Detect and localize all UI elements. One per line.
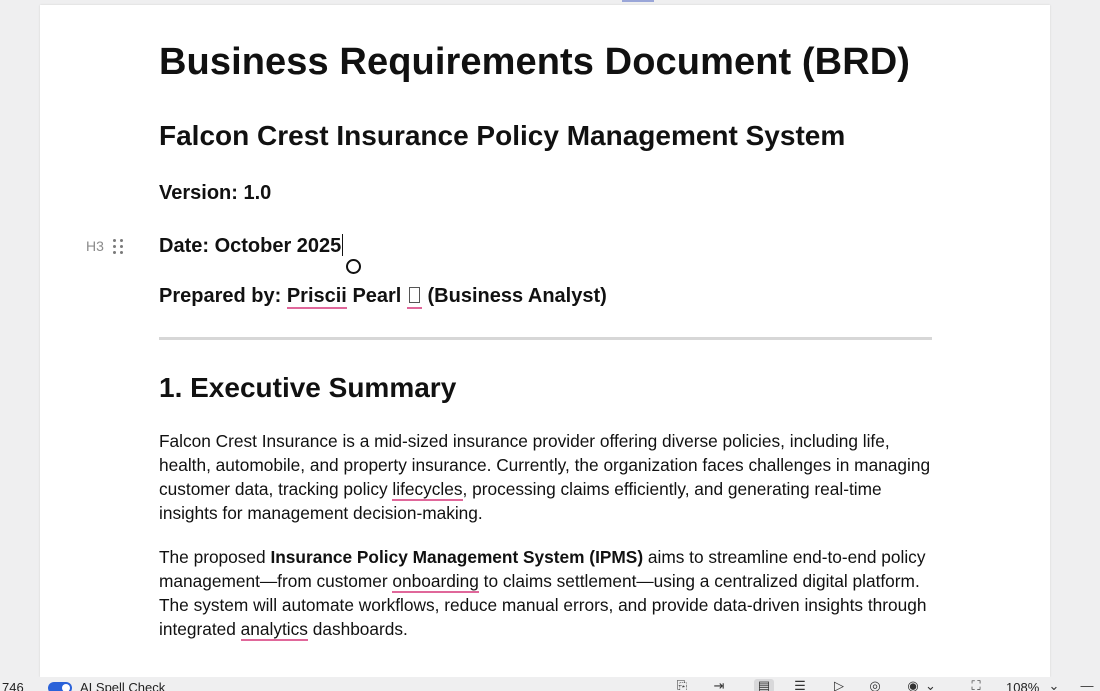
spell-flag-lifecycles[interactable]: lifecycles bbox=[392, 479, 463, 501]
section-heading-executive-summary[interactable]: 1. Executive Summary bbox=[159, 372, 456, 404]
horizontal-rule bbox=[159, 337, 932, 340]
web-view-icon[interactable]: ◎ bbox=[865, 679, 885, 691]
zoom-out-icon[interactable]: — bbox=[1077, 679, 1097, 691]
spellcheck-toggle[interactable] bbox=[48, 682, 72, 691]
word-count[interactable]: 746 bbox=[2, 680, 24, 691]
outline-view-icon[interactable]: ☰ bbox=[790, 679, 810, 691]
spell-flag-analytics[interactable]: analytics bbox=[240, 619, 308, 641]
paragraph-1[interactable]: Falcon Crest Insurance is a mid-sized in… bbox=[159, 429, 934, 525]
paragraph-2-before: The proposed bbox=[159, 547, 271, 567]
paragraph-2-bold: Insurance Policy Management System (IPMS… bbox=[270, 547, 644, 567]
spellcheck-label[interactable]: AI Spell Check bbox=[80, 680, 165, 691]
block-handle[interactable]: H3 bbox=[86, 238, 124, 254]
page-view-icon[interactable]: ▤ bbox=[754, 679, 774, 691]
play-icon[interactable]: ▷ bbox=[829, 679, 849, 691]
zoom-level[interactable]: 108% bbox=[1006, 680, 1039, 691]
top-indicator bbox=[622, 0, 654, 2]
eye-icon[interactable]: ◉ bbox=[903, 679, 923, 691]
author-first-name[interactable]: Priscii bbox=[286, 285, 347, 309]
author-last-name: Pearl bbox=[352, 285, 402, 307]
document-page[interactable]: Business Requirements Document (BRD) Fal… bbox=[40, 5, 1050, 677]
export-icon[interactable]: ⇥ bbox=[709, 679, 729, 691]
date-text: Date: October 2025 bbox=[159, 235, 342, 257]
zoom-dropdown-icon[interactable]: ⌄ bbox=[1048, 679, 1060, 691]
missing-glyph-icon[interactable] bbox=[406, 285, 422, 309]
text-caret bbox=[342, 234, 344, 256]
document-subtitle[interactable]: Falcon Crest Insurance Policy Management… bbox=[159, 120, 845, 152]
version-line[interactable]: Version: 1.0 bbox=[159, 182, 271, 205]
heading-level-icon[interactable]: H3 bbox=[86, 238, 104, 254]
eye-dropdown-icon[interactable]: ⌄ bbox=[925, 679, 936, 691]
paragraph-2[interactable]: The proposed Insurance Policy Management… bbox=[159, 545, 934, 641]
status-bar: 746 AI Spell Check ⎘ ⇥ ▤ ☰ ▷ ◎ ◉ ⌄ ⛶ 108… bbox=[0, 677, 1100, 691]
prepared-by-line[interactable]: Prepared by: Priscii Pearl (Business Ana… bbox=[159, 285, 607, 309]
paragraph-2-s3: dashboards. bbox=[307, 619, 408, 639]
date-line[interactable]: Date: October 2025 bbox=[159, 234, 344, 258]
fit-page-icon[interactable]: ⛶ bbox=[966, 679, 986, 691]
drag-handle-icon[interactable] bbox=[112, 238, 124, 254]
spell-flag-onboarding[interactable]: onboarding bbox=[392, 571, 479, 593]
bookmark-icon[interactable]: ⎘ bbox=[672, 679, 692, 691]
document-title[interactable]: Business Requirements Document (BRD) bbox=[159, 41, 910, 84]
prepared-label: Prepared by: bbox=[159, 285, 282, 307]
author-role: (Business Analyst) bbox=[427, 285, 607, 307]
mouse-cursor-icon bbox=[346, 259, 361, 274]
